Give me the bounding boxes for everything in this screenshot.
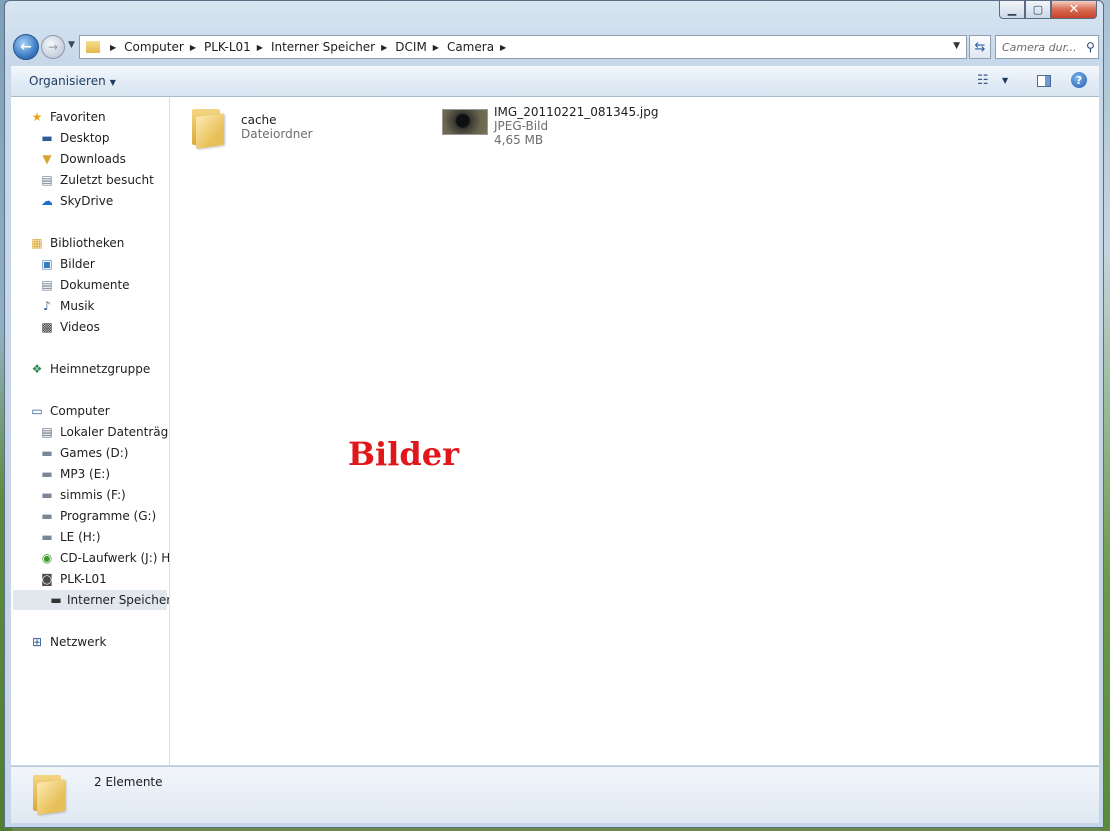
file-name: cache [241, 113, 277, 127]
sidebar-item-plk-l01[interactable]: ◙ PLK-L01 [39, 569, 107, 589]
videos-icon: ▩ [41, 320, 53, 334]
sidebar-item-games-drive[interactable]: ▬ Games (D:) [39, 443, 128, 463]
drive-icon: ▬ [41, 530, 53, 544]
downloads-icon: ▼ [42, 152, 52, 166]
sidebar-libraries[interactable]: ▦ Bibliotheken [29, 233, 124, 253]
sidebar-item-skydrive[interactable]: ☁ SkyDrive [39, 191, 113, 211]
search-icon[interactable]: ⚲ [1086, 40, 1095, 54]
sidebar-item-mp3-drive[interactable]: ▬ MP3 (E:) [39, 464, 110, 484]
desktop-icon: ▬ [41, 131, 53, 145]
preview-pane-icon[interactable] [1037, 75, 1051, 87]
file-type: JPEG-Bild [494, 119, 549, 133]
sidebar-favorites[interactable]: ★ Favoriten [29, 107, 106, 127]
address-bar[interactable]: ▶ Computer ▶ PLK-L01 ▶ Interner Speicher ▶ … [79, 35, 967, 59]
file-list: cache Dateiordner IMG_20110221_081345.jp… [170, 97, 1099, 765]
file-item-cache[interactable]: cache Dateiordner [190, 107, 313, 149]
views-dropdown-icon[interactable]: ▼ [1002, 76, 1008, 85]
recent-places-icon: ▤ [41, 173, 53, 187]
folder-icon [190, 107, 226, 149]
sidebar-item-videos[interactable]: ▩ Videos [39, 317, 100, 337]
sidebar-item-recent[interactable]: ▤ Zuletzt besucht [39, 170, 154, 190]
sidebar-item-cd-drive[interactable]: ◉ CD-Laufwerk (J:) HiS [39, 548, 169, 568]
minimize-icon: ▁ [1007, 3, 1017, 16]
sidebar-computer[interactable]: ▭ Computer [29, 401, 109, 421]
library-icon: ▦ [31, 236, 43, 250]
breadcrumb-computer[interactable]: Computer ▶ [124, 40, 204, 54]
file-size: 4,65 MB [494, 133, 544, 147]
organize-button[interactable]: Organisieren ▼ [29, 74, 116, 88]
address-dropdown-icon[interactable]: ▼ [953, 41, 960, 51]
cloud-icon: ☁ [41, 194, 53, 208]
breadcrumb-dcim[interactable]: DCIM ▶ [395, 40, 447, 54]
command-bar: Organisieren ▼ ☷ ▼ ? [11, 66, 1099, 97]
arrow-right-icon: → [47, 40, 59, 54]
folder-icon [31, 773, 67, 815]
storage-icon: ▬ [50, 593, 62, 607]
search-box[interactable]: ⚲ [995, 35, 1099, 59]
forward-button[interactable]: → [41, 35, 65, 59]
search-input[interactable] [1000, 39, 1084, 55]
drive-icon: ▬ [41, 446, 53, 460]
maximize-icon: ▢ [1032, 3, 1044, 16]
breadcrumb-root-arrow[interactable]: ▶ [104, 43, 124, 52]
views-icon[interactable]: ☷ [977, 73, 989, 88]
file-name: IMG_20110221_081345.jpg [494, 105, 659, 119]
refresh-button[interactable]: ⇆ [969, 35, 991, 59]
sidebar-item-downloads[interactable]: ▼ Downloads [39, 149, 126, 169]
file-type: Dateiordner [241, 127, 313, 141]
back-button[interactable]: ← [13, 34, 39, 60]
sidebar-item-desktop[interactable]: ▬ Desktop [39, 128, 109, 148]
navigation-pane: ★ Favoriten ▬ Desktop ▼ Downloads ▤ Zuletzt … [11, 97, 170, 765]
sidebar-item-interner-speicher[interactable]: ▬ Interner Speicher [13, 590, 169, 610]
maximize-button[interactable]: ▢ [1025, 1, 1051, 19]
sidebar-item-pictures[interactable]: ▣ Bilder [39, 254, 95, 274]
image-thumbnail [442, 109, 488, 135]
network-icon: ⊞ [31, 635, 43, 649]
sidebar-network[interactable]: ⊞ Netzwerk [29, 632, 106, 652]
details-pane: 2 Elemente [11, 766, 1099, 823]
star-icon: ★ [31, 110, 43, 124]
sidebar-item-local-disk[interactable]: ▤ Lokaler Datenträger [39, 422, 169, 442]
drive-icon: ▬ [41, 509, 53, 523]
drive-icon: ▬ [41, 467, 53, 481]
help-icon[interactable]: ? [1071, 72, 1087, 88]
navigation-row: ← → ▼ ▶ Computer ▶ PLK-L01 ▶ Interner Spei… [11, 34, 1099, 62]
breadcrumb-plk-l01[interactable]: PLK-L01 ▶ [204, 40, 271, 54]
folder-icon [86, 41, 100, 53]
refresh-icon: ⇆ [974, 39, 986, 55]
sidebar-item-documents[interactable]: ▤ Dokumente [39, 275, 129, 295]
explorer-window: ▁ ▢ ✕ ← → ▼ ▶ Computer ▶ PLK-L01 ▶ Interne… [4, 0, 1104, 828]
sidebar-item-programme-drive[interactable]: ▬ Programme (G:) [39, 506, 156, 526]
drive-icon: ▬ [41, 488, 53, 502]
chevron-down-icon: ▼ [109, 78, 116, 87]
breadcrumb-interner-speicher[interactable]: Interner Speicher ▶ [271, 40, 395, 54]
history-dropdown[interactable]: ▼ [68, 40, 75, 50]
cd-drive-icon: ◉ [41, 551, 53, 565]
overlay-caption: Bilder [348, 435, 459, 473]
breadcrumb-camera[interactable]: Camera ▶ [447, 40, 514, 54]
minimize-button[interactable]: ▁ [999, 1, 1025, 19]
sidebar-item-simmis-drive[interactable]: ▬ simmis (F:) [39, 485, 125, 505]
windows-drive-icon: ▤ [41, 425, 53, 439]
pictures-icon: ▣ [41, 257, 53, 271]
close-button[interactable]: ✕ [1051, 1, 1097, 19]
close-icon: ✕ [1068, 2, 1080, 17]
arrow-left-icon: ← [20, 39, 32, 55]
camera-device-icon: ◙ [41, 572, 53, 586]
caption-buttons: ▁ ▢ ✕ [999, 1, 1097, 19]
sidebar-item-le-drive[interactable]: ▬ LE (H:) [39, 527, 100, 547]
file-item-img[interactable]: IMG_20110221_081345.jpg JPEG-Bild 4,65 M… [442, 105, 658, 147]
computer-icon: ▭ [31, 404, 43, 418]
sidebar-homegroup[interactable]: ❖ Heimnetzgruppe [29, 359, 151, 379]
homegroup-icon: ❖ [31, 362, 43, 376]
sidebar-item-music[interactable]: ♪ Musik [39, 296, 94, 316]
documents-icon: ▤ [41, 278, 53, 292]
music-icon: ♪ [43, 299, 51, 313]
item-count: 2 Elemente [94, 775, 163, 789]
